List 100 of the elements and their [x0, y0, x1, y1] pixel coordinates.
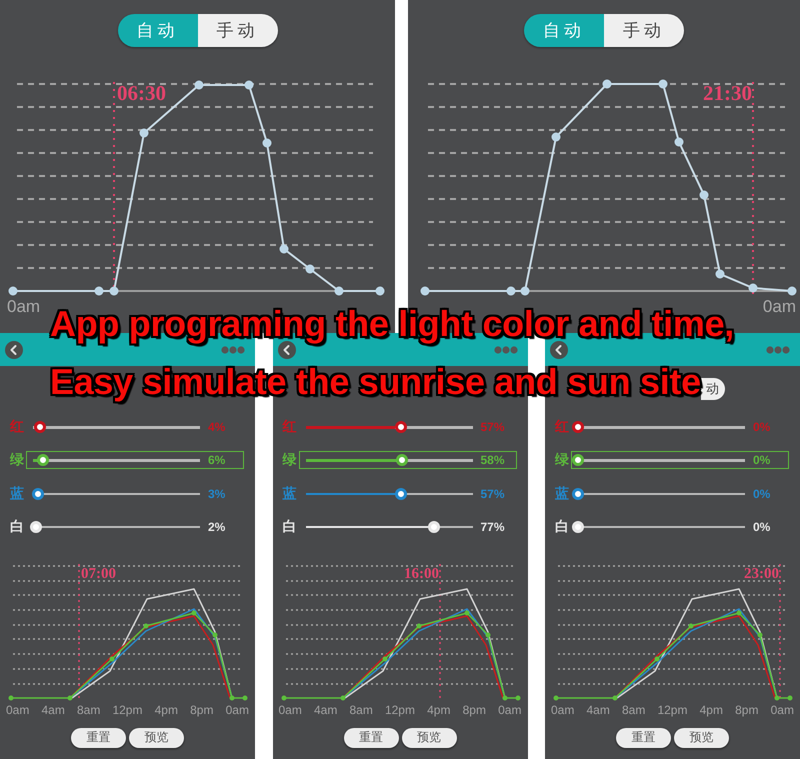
preview-button[interactable]: 预览 [129, 728, 184, 748]
channel-value: 0% [753, 453, 770, 468]
reset-button[interactable]: 重置 [71, 728, 126, 748]
mode-tab[interactable]: 手动 [604, 14, 684, 47]
preview-button[interactable]: 预览 [402, 728, 456, 748]
axis-label: 4am [586, 702, 610, 717]
channel-label: 绿 [282, 451, 298, 470]
curve-point [110, 656, 114, 662]
curve-point [520, 286, 530, 296]
time-label: 23:00 [744, 566, 779, 582]
slider-thumb[interactable] [34, 421, 46, 433]
reset-button[interactable]: 重置 [616, 728, 671, 748]
axis-label: 0am [6, 702, 30, 717]
time-label: 16:00 [404, 566, 438, 582]
axis-label: 0am [498, 702, 522, 717]
curve-point [244, 80, 254, 90]
channel-value: 57% [480, 420, 505, 434]
slider-thumb[interactable] [572, 488, 584, 500]
curve-point [280, 244, 288, 254]
axis-label: 8pm [190, 702, 214, 717]
slider-thumb[interactable] [394, 488, 407, 500]
curve-point [506, 286, 516, 296]
axis-label: 4pm [700, 702, 723, 717]
channel-value: 58% [480, 453, 505, 468]
curve-point [212, 632, 218, 638]
axis-label: 8pm [462, 702, 486, 717]
channel-value: 2% [208, 520, 226, 534]
curve-point [416, 623, 421, 628]
slider-thumb[interactable] [396, 454, 408, 466]
slider-thumb[interactable] [572, 421, 584, 433]
curve-point [8, 286, 18, 296]
axis-label: 0am [770, 702, 794, 717]
channel-label: 蓝 [555, 484, 570, 503]
axis-label: 0am [278, 702, 302, 717]
channel-label: 蓝 [10, 484, 25, 503]
curve-point [376, 286, 384, 296]
curve-point [658, 80, 668, 88]
slider-thumb[interactable] [37, 454, 50, 466]
slider-thumb[interactable] [394, 421, 407, 433]
curve-point [420, 286, 430, 296]
axis-label: 4am [314, 702, 338, 717]
channel-value: 57% [480, 486, 505, 501]
axis-label: 8pm [735, 702, 758, 717]
curve-point [700, 190, 708, 200]
reset-button[interactable]: 重置 [344, 728, 398, 748]
curve-point [94, 286, 104, 296]
channel-label: 绿 [10, 451, 25, 470]
curve-point [602, 80, 612, 88]
curve-point [382, 656, 387, 662]
curve-point [748, 284, 758, 292]
axis-label: 0am [226, 702, 249, 717]
axis-label: 8am [349, 702, 373, 717]
channel-label: 白 [10, 518, 25, 536]
channel-label: 白 [555, 518, 570, 536]
more-icon[interactable] [494, 346, 518, 354]
axis-label: 8am [76, 702, 100, 717]
time-label: 07:00 [81, 566, 116, 582]
curve-point [144, 623, 148, 628]
channel-label: 红 [555, 418, 570, 436]
mode-tab[interactable]: 手动 [198, 14, 278, 47]
channel-value: 0% [753, 486, 770, 501]
axis-label: 4am [41, 702, 65, 717]
back-icon[interactable] [550, 340, 568, 358]
axis-label: 12pm [657, 702, 688, 717]
curve-point [758, 632, 762, 638]
channel-value: 0% [753, 420, 770, 434]
axis-label: 0am [7, 297, 40, 317]
curve-point [485, 632, 490, 638]
mode-toggle[interactable]: 动 [701, 378, 725, 400]
curve-point [140, 128, 148, 138]
axis-label: 12pm [384, 702, 415, 717]
curve-point [306, 264, 314, 274]
more-icon[interactable] [766, 346, 790, 354]
channel-label: 蓝 [282, 484, 298, 503]
curve-point [788, 286, 796, 296]
channel-value: 6% [208, 453, 226, 468]
time-label: 06:30 [117, 81, 166, 105]
channel-value: 4% [208, 420, 226, 434]
curve-point [716, 270, 724, 278]
channel-value: 77% [480, 520, 505, 534]
curve-point [552, 132, 560, 142]
axis-label: 4pm [154, 702, 178, 717]
curve-point [334, 286, 344, 296]
slider-thumb[interactable] [572, 454, 584, 466]
curve-point [654, 656, 660, 662]
axis-label: 4pm [427, 702, 450, 717]
channel-value: 3% [208, 486, 226, 501]
time-label: 21:30 [703, 81, 752, 105]
axis-label: 8am [622, 702, 646, 717]
back-icon[interactable] [5, 340, 23, 358]
axis-label: 0am [762, 297, 796, 317]
axis-label: 12pm [112, 702, 142, 717]
slider-thumb[interactable] [32, 488, 44, 500]
curve-point [674, 138, 684, 146]
channel-value: 0% [753, 520, 770, 534]
channel-label: 白 [282, 518, 298, 536]
preview-button[interactable]: 预览 [674, 728, 729, 748]
more-icon[interactable] [221, 346, 245, 354]
channel-label: 红 [10, 418, 25, 436]
curve-point [194, 80, 204, 90]
